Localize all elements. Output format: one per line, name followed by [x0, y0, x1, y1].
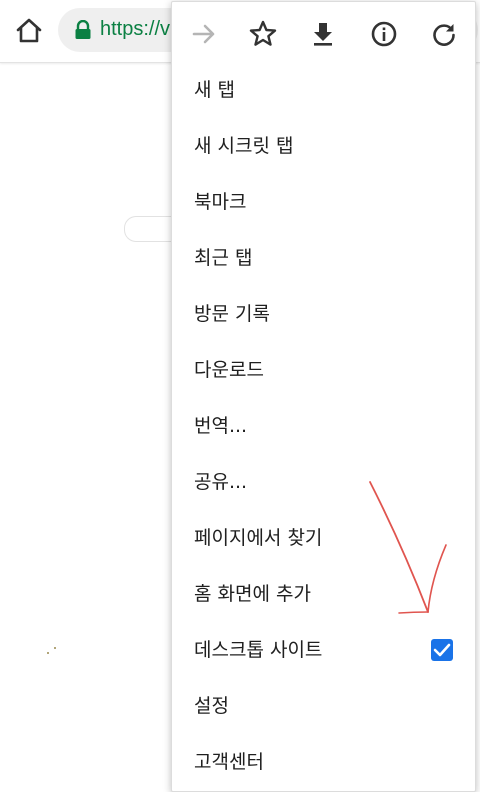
- menu-item-downloads[interactable]: 다운로드: [172, 342, 475, 398]
- menu-item-label: 새 시크릿 탭: [194, 135, 294, 157]
- menu-item-settings[interactable]: 설정: [172, 678, 475, 734]
- menu-item-label: 데스크톱 사이트: [194, 639, 323, 661]
- menu-item-label: 새 탭: [194, 79, 235, 101]
- url-text[interactable]: https://v: [100, 18, 170, 41]
- menu-item-new-incognito-tab[interactable]: 새 시크릿 탭: [172, 118, 475, 174]
- reload-icon[interactable]: [428, 18, 460, 50]
- menu-item-label: 다운로드: [194, 359, 264, 381]
- menu-item-share[interactable]: 공유...: [172, 454, 475, 510]
- desktop-site-checkbox[interactable]: [431, 639, 453, 661]
- menu-icon-row: [172, 2, 475, 66]
- menu-item-recent-tabs[interactable]: 최근 탭: [172, 230, 475, 286]
- menu-item-history[interactable]: 방문 기록: [172, 286, 475, 342]
- bookmark-star-icon[interactable]: [247, 18, 279, 50]
- home-icon[interactable]: [14, 16, 44, 46]
- menu-list: 새 탭 새 시크릿 탭 북마크 최근 탭 방문 기록 다운로드 번역... 공유…: [172, 62, 475, 790]
- menu-item-bookmarks[interactable]: 북마크: [172, 174, 475, 230]
- menu-item-find-in-page[interactable]: 페이지에서 찾기: [172, 510, 475, 566]
- menu-item-help-center[interactable]: 고객센터: [172, 734, 475, 790]
- menu-item-desktop-site[interactable]: 데스크톱 사이트: [172, 622, 475, 678]
- menu-item-label: 번역...: [194, 415, 248, 437]
- checkmark-icon: [433, 643, 451, 657]
- menu-item-translate[interactable]: 번역...: [172, 398, 475, 454]
- menu-item-label: 페이지에서 찾기: [194, 527, 323, 549]
- page-speck: [46, 640, 60, 654]
- lock-icon: [74, 19, 92, 40]
- overflow-menu: 새 탭 새 시크릿 탭 북마크 최근 탭 방문 기록 다운로드 번역... 공유…: [171, 1, 476, 792]
- menu-item-label: 방문 기록: [194, 303, 270, 325]
- menu-item-label: 최근 탭: [194, 247, 253, 269]
- menu-item-label: 홈 화면에 추가: [194, 583, 311, 605]
- info-icon[interactable]: [368, 18, 400, 50]
- menu-item-new-tab[interactable]: 새 탭: [172, 62, 475, 118]
- menu-item-add-to-home-screen[interactable]: 홈 화면에 추가: [172, 566, 475, 622]
- download-icon[interactable]: [307, 18, 339, 50]
- menu-item-label: 북마크: [194, 191, 247, 213]
- menu-item-label: 설정: [194, 695, 229, 717]
- menu-item-label: 고객센터: [194, 751, 264, 773]
- forward-icon[interactable]: [188, 18, 220, 50]
- menu-item-label: 공유...: [194, 471, 248, 493]
